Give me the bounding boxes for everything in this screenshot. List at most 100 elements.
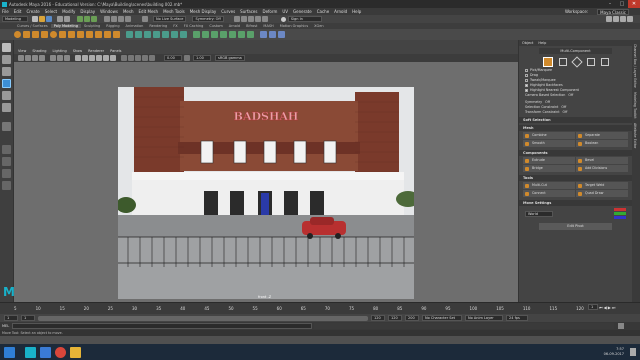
smooth-button[interactable]: Smooth (523, 140, 575, 147)
poly-disc-icon[interactable] (68, 31, 75, 38)
menu-mesh[interactable]: Mesh (123, 9, 134, 14)
multi-cut-button[interactable]: Multi-Cut (523, 182, 575, 189)
transform-constraint-row[interactable]: Transform Constraint Off (519, 110, 632, 115)
bevel-button[interactable]: Bevel (576, 157, 628, 164)
motion-blur-icon[interactable] (128, 55, 134, 61)
undo-icon[interactable] (57, 16, 63, 22)
poly-sphere-icon[interactable] (14, 31, 21, 38)
viewport-menu-renderer[interactable]: Renderer (88, 49, 104, 53)
paint-select-tool-icon[interactable] (2, 67, 11, 76)
menu-edit[interactable]: Edit (14, 9, 22, 14)
open-scene-icon[interactable] (39, 16, 45, 22)
file-explorer-icon[interactable] (70, 346, 81, 358)
menu-select[interactable]: Select (45, 9, 57, 14)
separate-button[interactable]: Separate (576, 132, 628, 139)
poly-cylinder-icon[interactable] (32, 31, 39, 38)
target-weld-button[interactable]: Target Weld (576, 182, 628, 189)
image-plane-icon[interactable] (39, 55, 45, 61)
edit-pivot-button[interactable]: Edit Pivot (539, 223, 612, 230)
menu-surfaces[interactable]: Surfaces (240, 9, 257, 14)
render-current-icon[interactable] (240, 16, 247, 22)
boolean-button[interactable]: Boolean (576, 140, 628, 147)
chrome-icon[interactable] (55, 346, 66, 358)
gamma-icon[interactable] (184, 55, 190, 61)
redo-icon[interactable] (64, 16, 70, 22)
magnet-icon[interactable] (142, 16, 148, 22)
ambient-occlusion-icon[interactable] (121, 55, 127, 61)
last-tool-icon[interactable] (2, 122, 11, 131)
color-space-dropdown[interactable]: sRGB gamma (215, 55, 245, 61)
snap-point-icon[interactable] (118, 16, 124, 22)
shadows-icon[interactable] (110, 55, 116, 61)
live-surface-field[interactable]: No Live Surface (153, 16, 187, 22)
toggle-channel-box-icon[interactable] (627, 16, 633, 22)
extrude-button[interactable]: Extrude (523, 157, 575, 164)
menu-display[interactable]: Display (80, 9, 95, 14)
menu-curves[interactable]: Curves (221, 9, 235, 14)
mirror-icon[interactable] (180, 31, 187, 38)
maya-taskbar-icon[interactable] (25, 346, 36, 358)
separate-icon[interactable] (135, 31, 142, 38)
combine-button[interactable]: Combine (523, 132, 575, 139)
auto-uv-icon[interactable] (269, 31, 276, 38)
row-value[interactable]: Off (568, 93, 573, 98)
menu-generate[interactable]: Generate (293, 9, 312, 14)
axis-orientation-dropdown[interactable]: World (525, 210, 553, 217)
sign-in-button[interactable]: Sign In (287, 16, 322, 22)
gamma-field[interactable]: 1.00 (193, 55, 211, 61)
viewport-menu-view[interactable]: View (18, 49, 26, 53)
step-back-icon[interactable]: ◀ (604, 305, 607, 310)
new-scene-icon[interactable] (32, 16, 38, 22)
viewport-menu-shading[interactable]: Shading (32, 49, 46, 53)
smooth-icon[interactable] (153, 31, 160, 38)
channel-box-tab[interactable]: Channel Box / Layer Editor (633, 44, 637, 88)
modeling-toolkit-tab[interactable]: Modeling Toolkit (633, 92, 637, 119)
extract-icon[interactable] (144, 31, 151, 38)
uv-editor-icon[interactable] (278, 31, 285, 38)
bookmarks-icon[interactable] (32, 55, 38, 61)
camera-based-selection-row[interactable]: Camera Based Selection Off (519, 93, 632, 98)
soft-selection-section[interactable]: Soft Selection (519, 117, 632, 123)
range-slider-bar[interactable] (38, 315, 368, 321)
menu-create[interactable]: Create (26, 9, 39, 14)
shelf-tab[interactable]: Curves / Surfaces (14, 24, 51, 28)
shelf-tab[interactable]: XGen (311, 24, 326, 28)
bridge-button[interactable]: Bridge (523, 165, 575, 172)
shelf-tab[interactable]: FX (170, 24, 180, 28)
close-button[interactable]: ✕ (628, 0, 640, 8)
side-by-side-layout-icon[interactable] (2, 169, 11, 178)
menu-deform[interactable]: Deform (262, 9, 277, 14)
shelf-tab[interactable]: Rendering (146, 24, 170, 28)
smooth-shade-icon[interactable] (82, 55, 88, 61)
uv-mode-icon[interactable] (600, 58, 609, 66)
object-mode-icon[interactable] (542, 57, 553, 67)
move-tool-icon[interactable] (2, 79, 11, 88)
film-gate-icon[interactable] (57, 55, 63, 61)
shelf-tab[interactable]: Arnold (226, 24, 243, 28)
character-set-dropdown[interactable]: No Character Set (422, 315, 462, 321)
current-frame-field[interactable]: 1 (588, 304, 598, 310)
boolean-difference-icon[interactable] (171, 31, 178, 38)
menu-windows[interactable]: Windows (100, 9, 118, 14)
viewport-menu-lighting[interactable]: Lighting (53, 49, 67, 53)
vertex-mode-icon[interactable] (558, 58, 567, 66)
notification-icon[interactable] (630, 348, 636, 356)
user-icon[interactable] (280, 16, 286, 22)
shelf-tab[interactable]: Custom (206, 24, 225, 28)
menu-mesh-tools[interactable]: Mesh Tools (163, 9, 185, 14)
lasso-tool-icon[interactable] (2, 55, 11, 64)
hypershade-icon[interactable] (261, 16, 268, 22)
checkbox[interactable] (525, 79, 528, 82)
tab-object[interactable]: Object (522, 41, 533, 45)
shelf-tab[interactable]: FX Caching (181, 24, 207, 28)
playback-end-field[interactable]: 120 (371, 315, 385, 321)
four-view-layout-icon[interactable] (2, 157, 11, 166)
toggle-tool-settings-icon[interactable] (620, 16, 626, 22)
menu-modify[interactable]: Modify (62, 9, 75, 14)
ipr-render-icon[interactable] (247, 16, 254, 22)
attribute-editor-tab[interactable]: Attribute Editor (633, 123, 637, 148)
resolution-gate-icon[interactable] (64, 55, 70, 61)
viewport-menu-panels[interactable]: Panels (110, 49, 121, 53)
lights-icon[interactable] (103, 55, 109, 61)
snap-view-icon[interactable] (125, 16, 131, 22)
